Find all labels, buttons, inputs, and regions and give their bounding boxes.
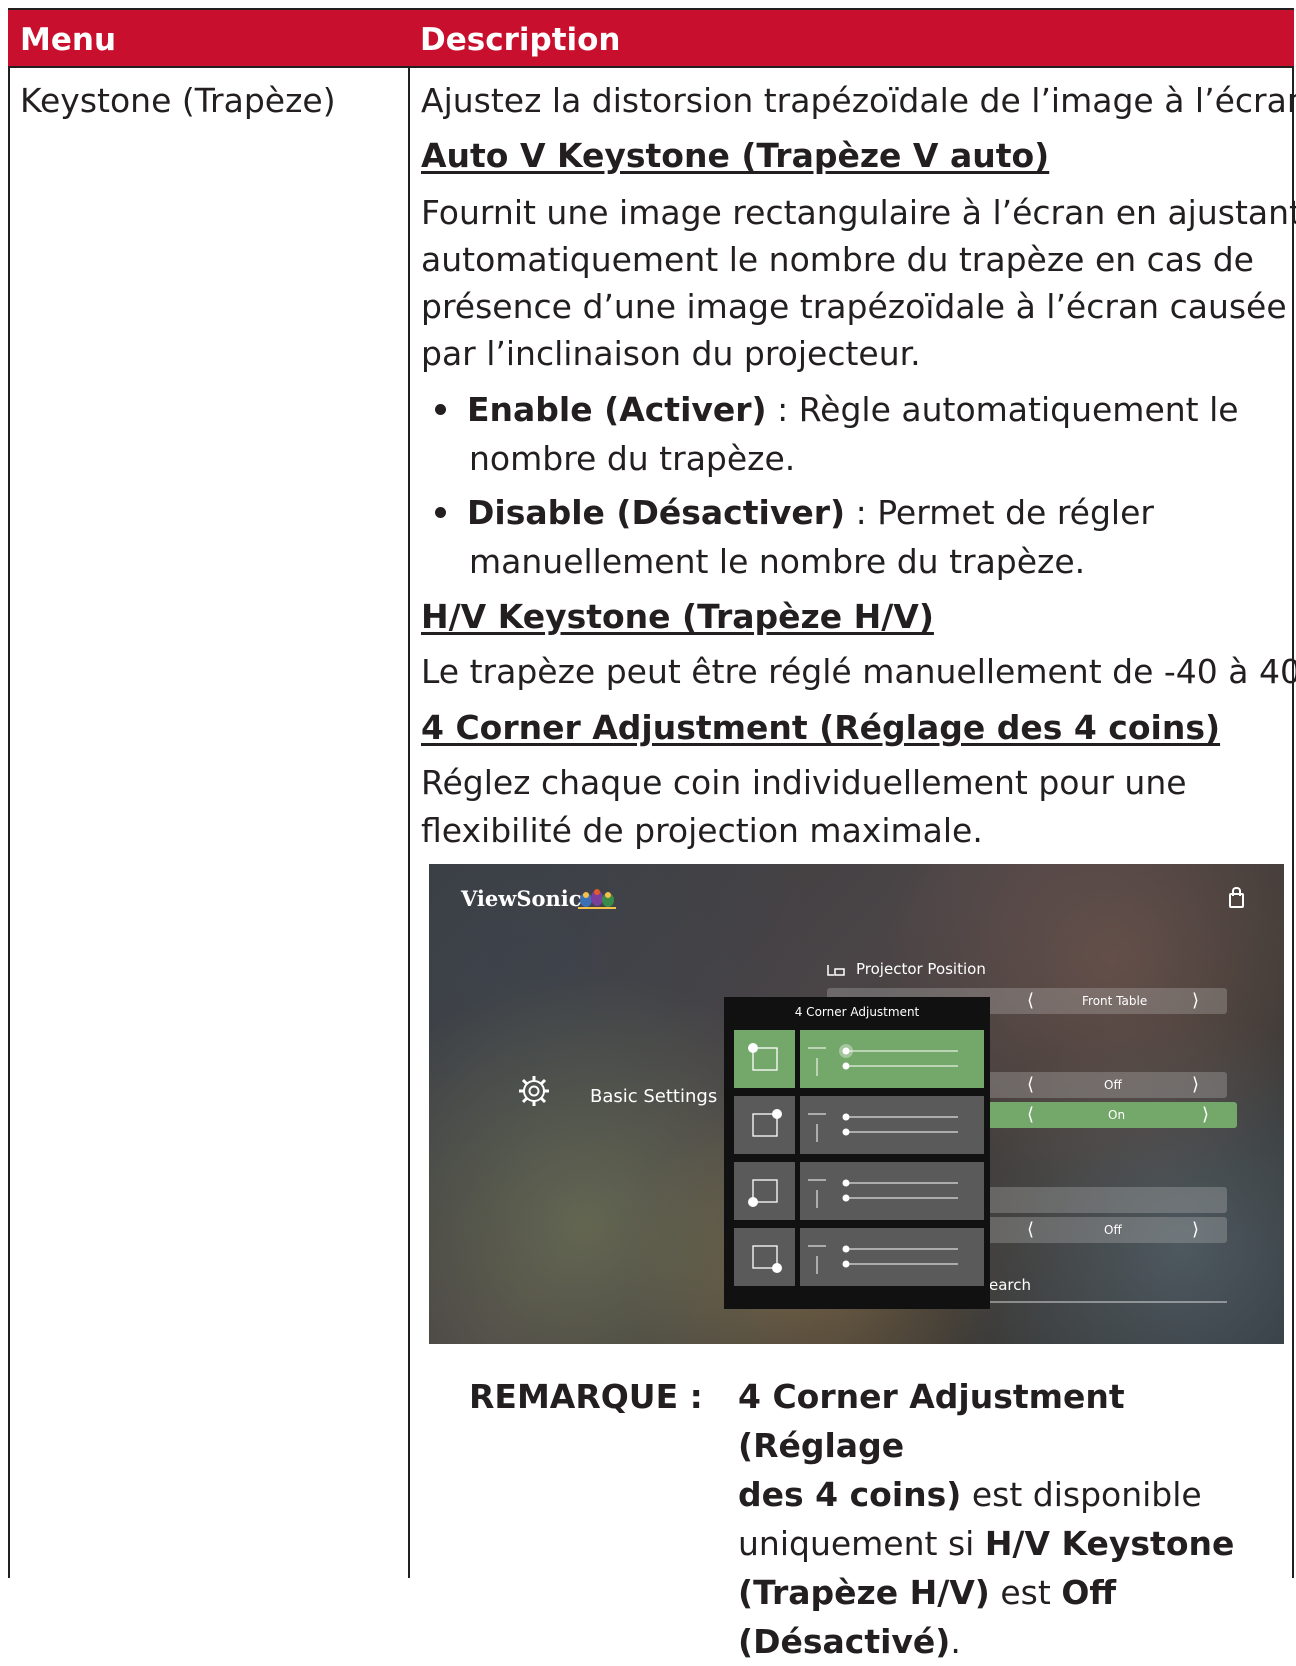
chevron-left-icon[interactable]: ⟨	[1027, 992, 1034, 1010]
slider-icon	[808, 1245, 958, 1274]
note-text-1: est disponible	[961, 1475, 1202, 1514]
column-divider	[408, 8, 410, 1578]
bullet-dot	[435, 404, 446, 415]
viewsonic-logo: ViewSonic	[461, 886, 582, 911]
note-bold-1: 4 Corner Adjustment (Réglage	[738, 1377, 1125, 1465]
auto-v-line-2: automatiquement le nombre du trapèze en …	[421, 240, 1254, 279]
option-value: Off	[1104, 1078, 1122, 1092]
chevron-right-icon[interactable]: ⟩	[1192, 1221, 1199, 1239]
enable-desc-cont: nombre du trapèze.	[469, 439, 796, 478]
projector-position-icon	[827, 965, 845, 976]
chevron-right-icon[interactable]: ⟩	[1192, 992, 1199, 1010]
bottom-right-corner-icon	[752, 1245, 782, 1273]
top-left-corner-button[interactable]	[734, 1030, 795, 1088]
gear-icon	[519, 1076, 549, 1106]
hv-heading: H/V Keystone (Trapèze H/V)	[421, 597, 934, 636]
osd-screenshot: ViewSonic Projector Position ⟨ Front Tab…	[429, 864, 1284, 1344]
slider-icon	[808, 1179, 958, 1208]
panel-title: 4 Corner Adjustment	[794, 1005, 920, 1019]
note-label: REMARQUE :	[469, 1377, 703, 1416]
projector-position-value: Front Table	[1082, 994, 1148, 1008]
chevron-left-icon[interactable]: ⟨	[1027, 1076, 1034, 1094]
note-text-4: .	[950, 1622, 961, 1661]
chevron-right-icon[interactable]: ⟩	[1202, 1106, 1209, 1124]
top-right-corner-icon	[752, 1109, 782, 1137]
header-description: Description	[420, 22, 621, 58]
bottom-left-slider[interactable]	[800, 1162, 984, 1220]
auto-v-line-3: présence d’une image trapézoïdale à l’éc…	[421, 287, 1287, 326]
bottom-right-slider[interactable]	[800, 1228, 984, 1286]
top-right-corner-button[interactable]	[734, 1096, 795, 1154]
search-label: earch	[989, 1276, 1032, 1294]
chevron-left-icon[interactable]: ⟨	[1027, 1106, 1034, 1124]
menu-cell: Keystone (Trapèze)	[20, 81, 336, 120]
hv-text: Le trapèze peut être réglé manuellement …	[421, 652, 1296, 691]
chevron-left-icon[interactable]: ⟨	[1027, 1221, 1034, 1239]
bottom-right-corner-button[interactable]	[734, 1228, 795, 1286]
note-bold-4: (Trapèze H/V)	[738, 1573, 990, 1612]
disable-term: Disable (Désactiver)	[467, 493, 846, 532]
projector-position-label: Projector Position	[856, 960, 986, 978]
corner-line-1: Réglez chaque coin individuellement pour…	[421, 763, 1187, 802]
slider-icon	[808, 1113, 958, 1142]
auto-v-line-4: par l’inclinaison du projecteur.	[421, 334, 921, 373]
birds-logo-icon	[578, 889, 616, 909]
enable-item: Enable (Activer) : Règle automatiquement…	[467, 385, 1239, 434]
table-header: Menu Description	[8, 8, 1294, 68]
chevron-right-icon[interactable]: ⟩	[1192, 1076, 1199, 1094]
note-text-3: est	[989, 1573, 1062, 1612]
corner-line-2: flexibilité de projection maximale.	[421, 811, 983, 850]
basic-settings-label: Basic Settings	[590, 1086, 718, 1107]
note-bold-2: des 4 coins)	[738, 1475, 962, 1514]
auto-v-heading: Auto V Keystone (Trapèze V auto)	[421, 136, 1050, 175]
option-value: Off	[1104, 1223, 1122, 1237]
bottom-left-corner-icon	[748, 1179, 778, 1207]
note-text: 4 Corner Adjustment (Réglage des 4 coins…	[738, 1372, 1288, 1666]
note-text-2: uniquement si	[738, 1524, 985, 1563]
disable-desc-cont: manuellement le nombre du trapèze.	[469, 542, 1086, 581]
auto-v-line-1: Fournit une image rectangulaire à l’écra…	[421, 193, 1296, 232]
top-left-corner-icon	[748, 1043, 778, 1071]
search-underline	[989, 1301, 1227, 1303]
bottom-left-corner-button[interactable]	[734, 1162, 795, 1220]
top-left-slider[interactable]	[800, 1030, 984, 1088]
enable-term: Enable (Activer)	[467, 390, 767, 429]
disable-item: Disable (Désactiver) : Permet de régler	[467, 488, 1154, 537]
corner-heading: 4 Corner Adjustment (Réglage des 4 coins…	[421, 708, 1221, 747]
lock-icon	[1229, 887, 1244, 908]
option-value: On	[1108, 1108, 1126, 1122]
intro-text: Ajustez la distorsion trapézoïdale de l’…	[421, 81, 1296, 120]
slider-icon	[808, 1044, 958, 1076]
corner-adjustment-panel: 4 Corner Adjustment	[724, 997, 990, 1309]
enable-desc: : Règle automatiquement le	[766, 390, 1239, 429]
top-right-slider[interactable]	[800, 1096, 984, 1154]
disable-desc: : Permet de régler	[845, 493, 1154, 532]
header-menu: Menu	[20, 22, 117, 58]
note-bold-3: H/V Keystone	[984, 1524, 1235, 1563]
bullet-dot	[435, 507, 446, 518]
